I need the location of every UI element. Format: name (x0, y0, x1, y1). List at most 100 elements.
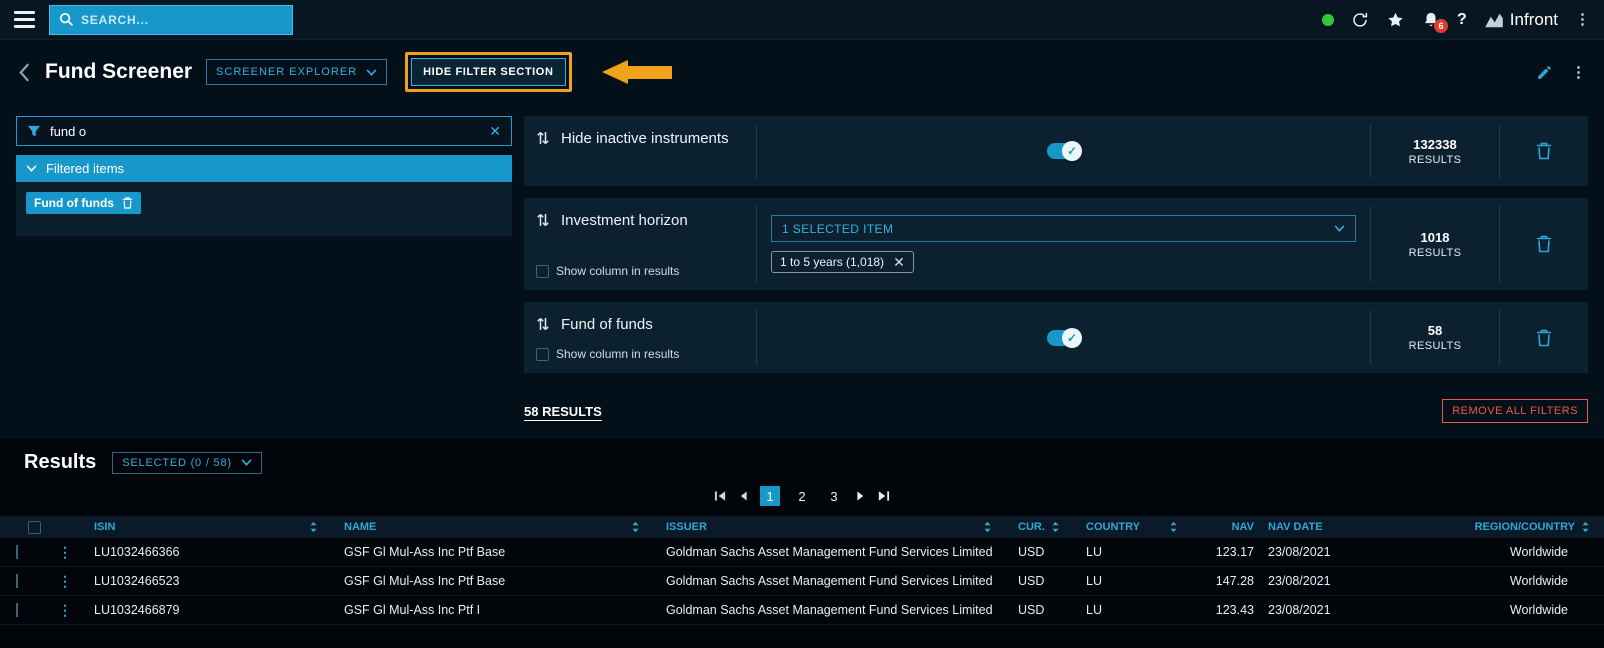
cell-nav: 123.43 (1192, 603, 1254, 617)
selected-value-chip[interactable]: 1 to 5 years (1,018) ✕ (771, 251, 914, 273)
table-row[interactable]: ⋮ LU1032466879 GSF Gl Mul-Ass Inc Ptf I … (0, 596, 1604, 625)
results-count: 1018 (1421, 230, 1450, 245)
total-results-link[interactable]: 58 RESULTS (524, 404, 602, 419)
filter-search-input[interactable] (50, 124, 480, 139)
column-isin[interactable]: ISIN (82, 521, 332, 533)
prev-page-icon[interactable] (739, 490, 748, 502)
remove-all-filters-button[interactable]: REMOVE ALL FILTERS (1442, 399, 1588, 423)
filter-search[interactable]: ✕ (16, 116, 512, 146)
column-region-country[interactable]: REGION/COUNTRY (1380, 521, 1604, 533)
cell-issuer: Goldman Sachs Asset Management Fund Serv… (654, 545, 1006, 559)
cell-nav-date: 23/08/2021 (1254, 574, 1380, 588)
notifications-bell-icon[interactable]: 6 (1422, 11, 1440, 29)
table-row[interactable]: ⋮ LU1032466523 GSF Gl Mul-Ass Inc Ptf Ba… (0, 567, 1604, 596)
help-icon[interactable]: ? (1457, 11, 1467, 29)
sort-icon[interactable] (536, 212, 550, 228)
delete-filter-button[interactable] (1500, 116, 1588, 186)
clear-search-icon[interactable]: ✕ (489, 124, 501, 138)
column-label: COUNTRY (1086, 521, 1140, 533)
selected-label: SELECTED (0 / 58) (122, 457, 232, 469)
cell-region: Worldwide (1380, 574, 1604, 588)
sort-icon[interactable] (631, 521, 640, 533)
trash-icon[interactable] (122, 197, 133, 209)
investment-horizon-dropdown[interactable]: 1 SELECTED ITEM (771, 215, 1356, 242)
favorites-star-icon[interactable] (1386, 11, 1405, 29)
topbar-overflow-menu-icon[interactable]: ⋮ (1575, 12, 1590, 27)
column-cur[interactable]: CUR. (1006, 521, 1074, 533)
filter-section: ✕ Filtered items Fund of funds (0, 104, 1604, 439)
row-checkbox[interactable] (16, 574, 18, 588)
hide-filter-section-button[interactable]: HIDE FILTER SECTION (411, 58, 565, 86)
brand-name: Infront (1510, 10, 1558, 30)
show-column-checkbox[interactable]: Show column in results (536, 250, 744, 278)
filter-name: Investment horizon (561, 212, 688, 229)
column-country[interactable]: COUNTRY (1074, 521, 1192, 533)
pagination: 1 2 3 (0, 486, 1604, 506)
page-button-2[interactable]: 2 (792, 486, 812, 506)
cell-country: LU (1074, 574, 1192, 588)
column-name[interactable]: NAME (332, 521, 654, 533)
results-header: Results SELECTED (0 / 58) (0, 451, 1604, 474)
delete-filter-button[interactable] (1500, 302, 1588, 373)
column-label: NAV (1232, 521, 1254, 533)
row-menu-icon[interactable]: ⋮ (46, 544, 82, 561)
table-row[interactable]: ⋮ LU1032466366 GSF Gl Mul-Ass Inc Ptf Ba… (0, 538, 1604, 567)
fund-of-funds-toggle[interactable]: ✓ (1047, 330, 1080, 346)
global-search-input[interactable] (81, 13, 283, 27)
remove-chip-icon[interactable]: ✕ (893, 255, 905, 269)
cell-country: LU (1074, 545, 1192, 559)
filter-rows: Hide inactive instruments ✓ 132338 RESUL… (524, 116, 1588, 423)
results-section: Results SELECTED (0 / 58) 1 2 3 (0, 439, 1604, 648)
back-chevron-icon[interactable] (18, 62, 31, 83)
select-all-checkbox[interactable] (28, 521, 41, 534)
annotation-arrow (602, 60, 672, 84)
filter-results-count: 58 RESULTS (1371, 302, 1499, 373)
app-root: 6 ? Infront ⋮ Fund Screener SCREENER EXP… (0, 0, 1604, 648)
search-icon (59, 12, 74, 27)
sort-icon[interactable] (536, 316, 550, 332)
selected-dropdown[interactable]: SELECTED (0 / 58) (112, 452, 262, 474)
refresh-icon[interactable] (1351, 11, 1369, 29)
results-count: 132338 (1413, 137, 1456, 152)
global-search[interactable] (49, 5, 293, 35)
checkbox[interactable] (536, 265, 549, 278)
cell-name: GSF Gl Mul-Ass Inc Ptf I (332, 603, 654, 617)
column-nav-date[interactable]: NAV DATE (1254, 521, 1380, 533)
filter-row-investment-horizon: Investment horizon Show column in result… (524, 198, 1588, 290)
row-checkbox[interactable] (16, 603, 18, 617)
sort-icon[interactable] (1051, 521, 1060, 533)
annotation-highlight-box: HIDE FILTER SECTION (405, 52, 571, 92)
checkbox[interactable] (536, 348, 549, 361)
hamburger-menu-icon[interactable] (14, 11, 35, 28)
cell-isin: LU1032466879 (82, 603, 332, 617)
column-issuer[interactable]: ISSUER (654, 521, 1006, 533)
filter-chip-fund-of-funds[interactable]: Fund of funds (26, 192, 141, 214)
page-button-1[interactable]: 1 (760, 486, 780, 506)
page-button-3[interactable]: 3 (824, 486, 844, 506)
results-label: RESULTS (1409, 247, 1462, 259)
sort-icon[interactable] (536, 130, 550, 146)
row-checkbox[interactable] (16, 545, 18, 559)
filtered-items-header[interactable]: Filtered items (16, 155, 512, 182)
cell-isin: LU1032466366 (82, 545, 332, 559)
hide-inactive-toggle[interactable]: ✓ (1047, 143, 1080, 159)
sort-icon[interactable] (1581, 521, 1590, 533)
screener-explorer-dropdown[interactable]: SCREENER EXPLORER (206, 59, 387, 85)
next-page-icon[interactable] (856, 490, 865, 502)
sort-icon[interactable] (1169, 521, 1178, 533)
row-menu-icon[interactable]: ⋮ (46, 573, 82, 590)
cell-issuer: Goldman Sachs Asset Management Fund Serv… (654, 574, 1006, 588)
sort-icon[interactable] (983, 521, 992, 533)
delete-filter-button[interactable] (1500, 198, 1588, 290)
column-nav[interactable]: NAV (1192, 521, 1254, 533)
edit-pencil-icon[interactable] (1536, 64, 1553, 81)
sort-icon[interactable] (309, 521, 318, 533)
cell-nav: 147.28 (1192, 574, 1254, 588)
last-page-icon[interactable] (877, 490, 890, 502)
row-menu-icon[interactable]: ⋮ (46, 602, 82, 619)
header-overflow-menu-icon[interactable]: ⋮ (1571, 65, 1586, 80)
first-page-icon[interactable] (714, 490, 727, 502)
results-label: RESULTS (1409, 154, 1462, 166)
show-column-checkbox[interactable]: Show column in results (536, 333, 744, 361)
column-label: REGION/COUNTRY (1475, 521, 1575, 533)
